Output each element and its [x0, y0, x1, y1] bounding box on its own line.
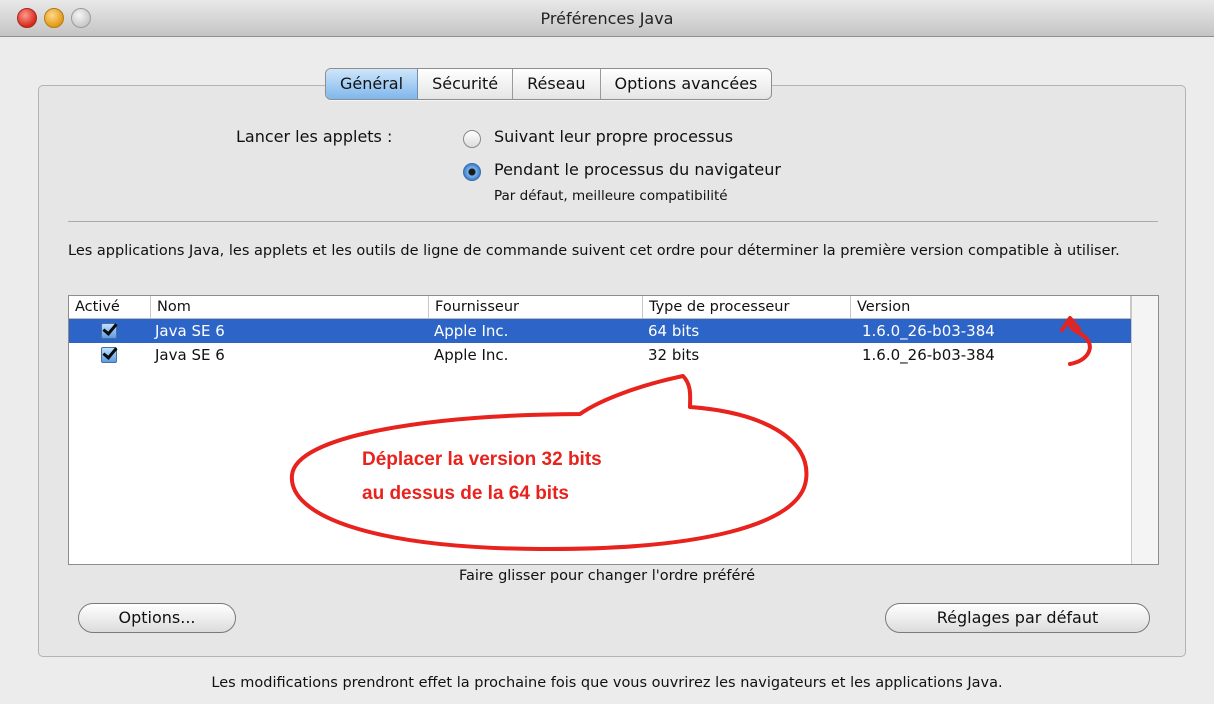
applets-launch-label: Lancer les applets :	[236, 127, 393, 146]
drag-hint: Faire glisser pour changer l'ordre préfé…	[458, 568, 756, 584]
column-header-version[interactable]: Version	[851, 296, 1131, 318]
jvm-order-description: Les applications Java, les applets et le…	[68, 243, 1120, 259]
cell-version: 1.6.0_26-b03-384	[862, 346, 995, 364]
column-header-enabled[interactable]: Activé	[69, 296, 151, 318]
cell-vendor: Apple Inc.	[434, 346, 509, 364]
annotation-line-1: Déplacer la version 32 bits	[362, 449, 602, 470]
jvm-versions-table[interactable]: Activé Nom Fournisseur Type de processeu…	[68, 295, 1159, 565]
cell-name: Java SE 6	[155, 346, 225, 364]
window-title: Préférences Java	[540, 9, 674, 28]
table-row[interactable]: Java SE 6 Apple Inc. 32 bits 1.6.0_26-b0…	[69, 343, 1131, 367]
cell-name: Java SE 6	[155, 322, 225, 340]
radio-own-process[interactable]	[463, 130, 481, 148]
cell-processor-type: 64 bits	[648, 322, 700, 340]
column-header-name[interactable]: Nom	[151, 296, 429, 318]
tab-advanced-options[interactable]: Options avancées	[601, 69, 772, 99]
table-header: Activé Nom Fournisseur Type de processeu…	[69, 296, 1158, 319]
tab-security[interactable]: Sécurité	[418, 69, 514, 99]
table-row[interactable]: Java SE 6 Apple Inc. 64 bits 1.6.0_26-b0…	[69, 319, 1131, 343]
column-header-vendor[interactable]: Fournisseur	[429, 296, 643, 318]
section-divider	[68, 221, 1158, 222]
radio-browser-process-label[interactable]: Pendant le processus du navigateur	[494, 160, 781, 179]
annotation-text: Déplacer la version 32 bits au dessus de…	[362, 443, 602, 511]
cell-version: 1.6.0_26-b03-384	[862, 322, 995, 340]
enabled-checkbox[interactable]	[101, 347, 117, 363]
table-scrollbar[interactable]	[1131, 296, 1158, 564]
radio-own-process-label[interactable]: Suivant leur propre processus	[494, 127, 733, 146]
annotation-line-2: au dessus de la 64 bits	[362, 483, 569, 504]
column-header-processor-type[interactable]: Type de processeur	[643, 296, 851, 318]
title-bar: Préférences Java	[0, 0, 1214, 37]
tab-network[interactable]: Réseau	[513, 69, 601, 99]
restore-defaults-button[interactable]: Réglages par défaut	[885, 603, 1150, 633]
enabled-checkbox[interactable]	[101, 323, 117, 339]
radio-browser-process-hint: Par défaut, meilleure compatibilité	[494, 188, 728, 204]
footer-note: Les modifications prendront effet la pro…	[211, 675, 1003, 691]
tab-bar: Général Sécurité Réseau Options avancées	[325, 68, 773, 100]
cell-processor-type: 32 bits	[648, 346, 700, 364]
cell-vendor: Apple Inc.	[434, 322, 509, 340]
radio-browser-process[interactable]	[463, 163, 481, 181]
tab-general[interactable]: Général	[326, 69, 419, 99]
options-button[interactable]: Options...	[78, 603, 236, 633]
